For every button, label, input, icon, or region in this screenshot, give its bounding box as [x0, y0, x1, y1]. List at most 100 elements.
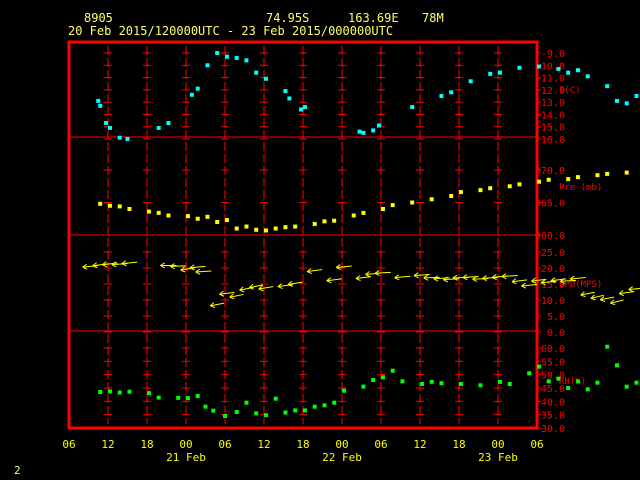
rh-point	[614, 363, 619, 368]
temperature-point	[517, 65, 522, 70]
temperature-point	[410, 105, 415, 110]
pressure-point	[98, 201, 103, 206]
x-tick-label: 00	[335, 438, 348, 451]
y-tick-label: -9.0	[541, 49, 565, 60]
x-tick-label: 12	[413, 438, 426, 451]
y-tick-label: 25.0	[541, 248, 565, 259]
wind-arrow-head	[610, 302, 616, 306]
wind-arrow	[482, 276, 499, 279]
temperature-point	[263, 76, 268, 81]
rh-point	[478, 383, 483, 388]
pressure-point	[254, 227, 259, 232]
temperature-point	[189, 92, 194, 97]
panel-label: T(C)	[559, 86, 581, 96]
temperature-point	[468, 79, 473, 84]
pressure-point	[605, 171, 610, 176]
pressure-point	[361, 210, 366, 215]
temperature-point	[302, 105, 307, 110]
wind-arrow-head	[180, 269, 186, 273]
pressure-point	[449, 194, 454, 198]
rh-point	[439, 381, 444, 386]
x-tick-label: 00	[491, 438, 504, 451]
y-tick-label: 20.0	[541, 264, 565, 275]
rh-point	[400, 379, 405, 384]
x-tick-label: 18	[452, 438, 465, 451]
pressure-point	[244, 224, 249, 229]
wind-arrow-head	[82, 266, 88, 270]
y-tick-label: -14.0	[535, 110, 565, 121]
temperature-point	[166, 121, 171, 126]
pressure-point	[127, 207, 132, 211]
rh-point	[585, 387, 590, 392]
temperature-point	[125, 137, 130, 141]
pressure-point	[410, 200, 415, 205]
y-tick-label: 35.0	[541, 411, 565, 422]
temperature-point	[585, 74, 590, 79]
page-number: 2	[14, 464, 21, 477]
temperature-point	[439, 94, 444, 98]
pressure-point	[273, 226, 278, 231]
x-day-label: 21 Feb	[166, 451, 206, 464]
y-tick-label: 10.0	[541, 296, 565, 307]
temperature-point	[449, 90, 454, 95]
wind-arrow-head	[210, 305, 216, 309]
temperature-point	[205, 63, 210, 68]
rh-point	[263, 413, 268, 418]
wind-arrow-head	[258, 288, 264, 292]
temperature-point	[371, 128, 376, 133]
temperature-point	[215, 51, 220, 55]
wind-arrow-head	[239, 289, 245, 293]
temperature-point	[224, 54, 229, 59]
temperature-point	[361, 130, 366, 135]
y-tick-label: 5.0	[547, 312, 565, 323]
rh-point	[283, 410, 288, 415]
temperature-point	[605, 84, 610, 89]
pressure-point	[380, 207, 385, 211]
pressure-point	[575, 175, 580, 180]
x-tick-label: 18	[296, 438, 309, 451]
temperature-point	[104, 121, 109, 126]
pressure-point	[166, 213, 171, 218]
y-tick-label: 965.0	[535, 199, 565, 210]
y-tick-label: 30.0	[541, 424, 565, 435]
rh-point	[211, 408, 216, 413]
rh-point	[244, 400, 249, 405]
wind-arrow-head	[580, 294, 586, 298]
pressure-point	[595, 173, 600, 178]
rh-point	[380, 375, 385, 380]
temperature-point	[566, 70, 571, 75]
rh-point	[332, 400, 337, 405]
x-tick-label: 18	[140, 438, 153, 451]
pressure-point	[195, 216, 200, 221]
wind-arrow-head	[590, 297, 596, 301]
temperature-point	[536, 64, 541, 69]
rh-point	[146, 391, 151, 396]
rh-point	[527, 371, 532, 376]
rh-point	[575, 379, 580, 384]
temperature-point	[283, 89, 288, 94]
temperature-point	[117, 135, 122, 140]
pressure-point	[546, 177, 551, 182]
y-tick-label: 960.0	[535, 231, 565, 242]
rh-point	[195, 394, 200, 398]
pressure-point	[390, 203, 395, 208]
meteogram-chart: -9.0-10.0-11.0-12.0-13.0-14.0-15.0-16.0T…	[62, 40, 640, 464]
temperature-point	[287, 96, 292, 101]
temperature-point	[357, 129, 362, 134]
wind-arrow-head	[229, 296, 235, 300]
y-tick-label: -13.0	[535, 98, 565, 109]
pressure-point	[283, 225, 288, 230]
temperature-point	[98, 103, 103, 108]
rh-point	[117, 390, 122, 395]
pressure-point	[234, 226, 239, 231]
rh-point	[624, 384, 629, 389]
rh-point	[127, 389, 132, 394]
rh-point	[556, 376, 561, 381]
x-tick-label: 06	[218, 438, 231, 451]
pressure-point	[536, 179, 541, 184]
wind-arrow-head	[511, 281, 517, 285]
temperature-point	[624, 101, 629, 106]
wind-arrow-head	[531, 280, 537, 284]
y-tick-label: 40.0	[541, 397, 565, 408]
panel-label: RH(%)	[559, 377, 586, 387]
